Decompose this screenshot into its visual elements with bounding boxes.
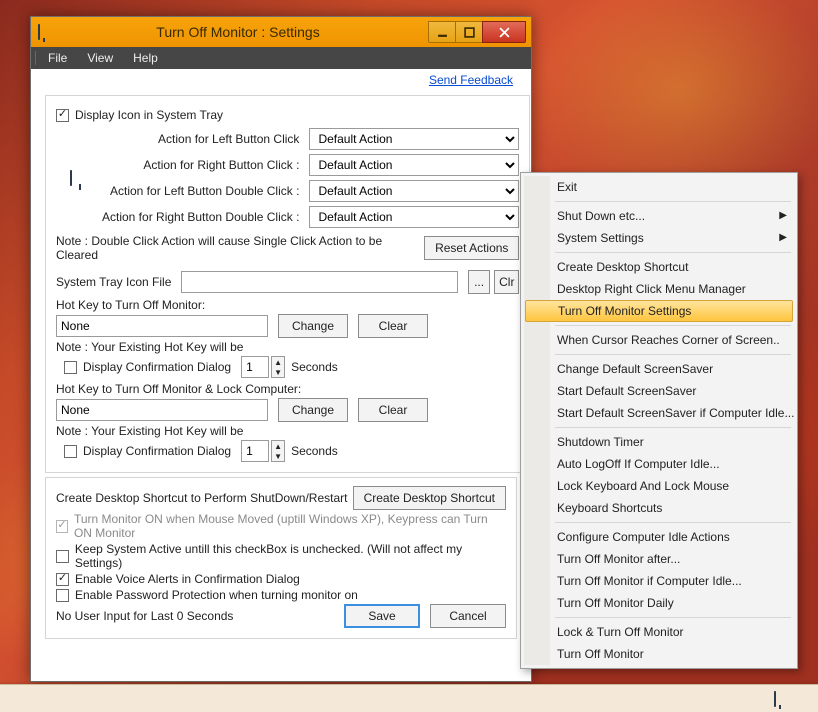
left-click-select[interactable]: Default Action [309,128,519,150]
submenu-arrow-icon: ▶ [779,227,787,249]
minimize-button[interactable] [428,21,456,43]
hotkey2-seconds-spinner[interactable]: ▲▼ [271,440,285,462]
reset-actions-button[interactable]: Reset Actions [424,236,519,260]
right-click-select[interactable]: Default Action [309,154,519,176]
menu-item[interactable]: Lock Keyboard And Lock Mouse [523,475,795,497]
menu-item[interactable]: Lock & Turn Off Monitor [523,621,795,643]
menu-item[interactable]: Shut Down etc...▶ [523,205,795,227]
left-dbl-select[interactable]: Default Action [309,180,519,202]
submenu-arrow-icon: ▶ [779,205,787,227]
cancel-button[interactable]: Cancel [430,604,506,628]
menu-help[interactable]: Help [123,47,168,69]
tray-context-menu: Exit Shut Down etc...▶System Settings▶ Cre… [520,172,798,669]
menu-file[interactable]: File [38,47,77,69]
shortcut-group: Create Desktop Shortcut to Perform ShutD… [45,477,517,639]
turn-on-mouse-checkbox [56,520,68,533]
app-icon [38,25,40,39]
password-checkbox[interactable] [56,589,69,602]
menu-item[interactable]: Turn Off Monitor Daily [523,592,795,614]
menu-item[interactable]: When Cursor Reaches Corner of Screen.. [523,329,795,351]
menu-item[interactable]: Create Desktop Shortcut [523,256,795,278]
hotkey1-seconds-input[interactable] [241,356,269,378]
password-label: Enable Password Protection when turning … [75,588,506,602]
hotkey1-label: Hot Key to Turn Off Monitor: [56,298,519,312]
right-dbl-select[interactable]: Default Action [309,206,519,228]
menu-separator [555,522,791,523]
monitor-icon [70,171,72,185]
titlebar[interactable]: Turn Off Monitor : Settings [31,17,531,47]
menu-item[interactable]: Turn Off Monitor if Computer Idle... [523,570,795,592]
hotkey2-note: Note : Your Existing Hot Key will be [56,424,519,438]
menu-item[interactable]: Configure Computer Idle Actions [523,526,795,548]
hotkey2-seconds-input[interactable] [241,440,269,462]
browse-button[interactable]: ... [468,270,490,294]
maximize-button[interactable] [455,21,483,43]
hotkey1-seconds-label: Seconds [291,360,338,374]
tray-icon-file-label: System Tray Icon File [56,275,171,289]
menu-item[interactable]: Desktop Right Click Menu Manager [523,278,795,300]
left-click-label: Action for Left Button Click [102,132,299,146]
turn-on-mouse-label: Turn Monitor ON when Mouse Moved (uptill… [74,512,506,540]
menu-item[interactable]: System Settings▶ [523,227,795,249]
menu-view[interactable]: View [77,47,123,69]
tray-icon-file-input[interactable] [181,271,458,293]
keep-active-checkbox[interactable] [56,550,69,563]
close-button[interactable] [482,21,526,43]
content-area: Send Feedback Display Icon in System Tra… [31,69,531,681]
menu-item[interactable]: Turn Off Monitor after... [523,548,795,570]
menu-separator [555,617,791,618]
menu-separator [555,325,791,326]
voice-alerts-checkbox[interactable] [56,573,69,586]
hotkey2-clear-button[interactable]: Clear [358,398,428,422]
no-input-label: No User Input for Last 0 Seconds [56,609,344,623]
hotkey2-input[interactable] [56,399,268,421]
menu-item[interactable]: Keyboard Shortcuts [523,497,795,519]
right-click-label: Action for Right Button Click : [102,158,299,172]
settings-window: Turn Off Monitor : Settings File View He… [30,16,532,682]
taskbar[interactable] [0,684,818,712]
hotkey1-confirm-checkbox[interactable] [64,361,77,374]
menubar: File View Help [31,47,531,69]
clear-icon-button[interactable]: Clr [494,270,519,294]
left-dbl-label: Action for Left Button Double Click : [102,184,299,198]
hotkey1-clear-button[interactable]: Clear [358,314,428,338]
shortcut-label: Create Desktop Shortcut to Perform ShutD… [56,491,353,505]
display-tray-icon-label: Display Icon in System Tray [75,108,223,122]
menu-item[interactable]: Turn Off Monitor Settings [525,300,793,322]
hotkey2-confirm-checkbox[interactable] [64,445,77,458]
hotkey2-seconds-label: Seconds [291,444,338,458]
menu-item[interactable]: Shutdown Timer [523,431,795,453]
create-shortcut-button[interactable]: Create Desktop Shortcut [353,486,506,510]
note-dblclick: Note : Double Click Action will cause Si… [56,234,424,262]
menu-item[interactable]: Start Default ScreenSaver if Computer Id… [523,402,795,424]
menu-item[interactable]: Turn Off Monitor [523,643,795,665]
hotkey2-confirm-label: Display Confirmation Dialog [83,444,231,458]
hotkey1-input[interactable] [56,315,268,337]
send-feedback-link[interactable]: Send Feedback [45,69,517,95]
menu-item[interactable]: Exit [523,176,795,198]
save-button[interactable]: Save [344,604,420,628]
tray-actions-group: Display Icon in System Tray Action for L… [45,95,530,473]
menu-separator [555,201,791,202]
hotkey1-seconds-spinner[interactable]: ▲▼ [271,356,285,378]
menu-item[interactable]: Start Default ScreenSaver [523,380,795,402]
voice-alerts-label: Enable Voice Alerts in Confirmation Dial… [75,572,300,586]
menu-separator [555,252,791,253]
hotkey1-change-button[interactable]: Change [278,314,348,338]
hotkey2-change-button[interactable]: Change [278,398,348,422]
tray-app-icon[interactable] [774,692,790,706]
menu-separator [555,354,791,355]
display-tray-icon-checkbox[interactable] [56,109,69,122]
hotkey1-note: Note : Your Existing Hot Key will be [56,340,519,354]
hotkey2-label: Hot Key to Turn Off Monitor & Lock Compu… [56,382,519,396]
menu-separator [555,427,791,428]
window-title: Turn Off Monitor : Settings [47,24,429,40]
menu-item[interactable]: Auto LogOff If Computer Idle... [523,453,795,475]
keep-active-label: Keep System Active untill this checkBox … [75,542,506,570]
right-dbl-label: Action for Right Button Double Click : [102,210,299,224]
hotkey1-confirm-label: Display Confirmation Dialog [83,360,231,374]
menu-item[interactable]: Change Default ScreenSaver [523,358,795,380]
